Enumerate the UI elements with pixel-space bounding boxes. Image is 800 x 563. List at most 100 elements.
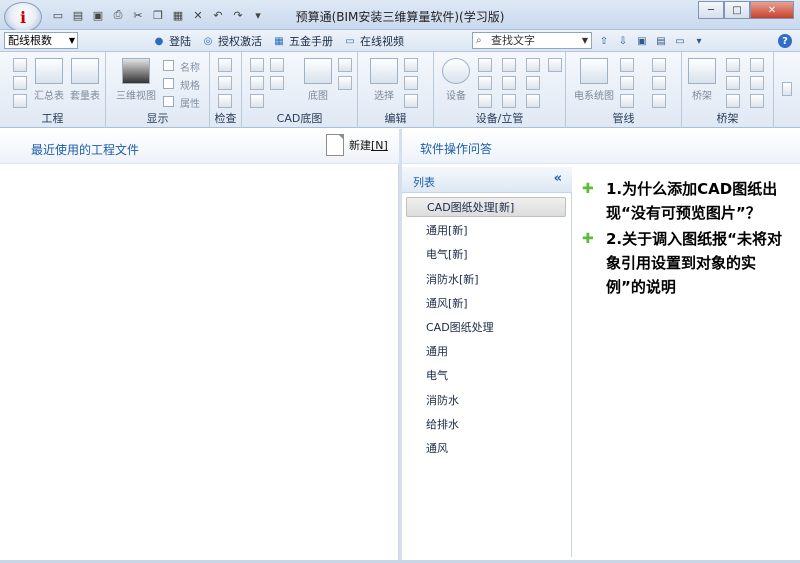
brush-icon[interactable] — [250, 76, 264, 90]
category-list-item[interactable]: 电气[新] — [406, 245, 566, 265]
system-diagram-button[interactable]: 电系统图 — [574, 58, 614, 102]
move-icon[interactable] — [250, 94, 264, 108]
link-icon[interactable] — [526, 94, 540, 108]
edit-icon[interactable] — [13, 94, 27, 108]
maximize-button[interactable]: □ — [724, 1, 750, 19]
screen-icon[interactable]: ▭ — [672, 33, 688, 49]
category-list-item[interactable]: 通风 — [406, 439, 566, 459]
new-project-button[interactable]: 新建[N] — [326, 134, 388, 156]
layer3-icon[interactable] — [338, 76, 352, 90]
faq-item[interactable]: ✚ 2.关于调入图纸报“未将对象引用设置到对象的实例”的说明 — [578, 227, 793, 299]
category-list-item[interactable]: 通风[新] — [406, 294, 566, 314]
table2-icon[interactable] — [526, 76, 540, 90]
3d-view-button[interactable]: 三维视图 — [116, 58, 156, 102]
pipe-e-icon[interactable] — [652, 94, 666, 108]
lines-icon[interactable] — [750, 58, 764, 72]
tray-icon[interactable] — [726, 76, 740, 90]
target-icon[interactable] — [548, 58, 562, 72]
group-cad: 底图 CAD底图 — [242, 52, 358, 128]
system-diagram-label: 电系统图 — [574, 91, 614, 102]
video-link[interactable]: ▭ 在线视频 — [343, 33, 404, 49]
ring-icon[interactable] — [502, 58, 516, 72]
new-document-icon — [326, 134, 344, 156]
group-display: 三维视图 名称 规格 属性 显示 — [106, 52, 210, 128]
category-list-item[interactable]: CAD图纸处理[新] — [406, 197, 566, 217]
pipe-d-icon[interactable] — [652, 76, 666, 90]
equipment-icon — [442, 58, 470, 84]
layout-icon[interactable]: ▤ — [653, 33, 669, 49]
activate-link[interactable]: ◎ 授权激活 — [201, 33, 262, 49]
cube-icon — [122, 58, 150, 84]
profile-select[interactable]: 配线根数 ▼ — [4, 32, 78, 49]
distribute-icon[interactable] — [404, 76, 418, 90]
equipment-button[interactable]: 设备 — [442, 58, 470, 102]
wrench-icon[interactable] — [218, 76, 232, 90]
profile-select-value: 配线根数 — [8, 34, 52, 47]
dropdown-icon[interactable]: ▾ — [691, 33, 707, 49]
spec-checkbox[interactable] — [163, 78, 174, 89]
search-input[interactable]: ⌕ 查找文字 ▼ — [472, 32, 592, 49]
flag-icon[interactable] — [750, 76, 764, 90]
summary-button[interactable]: 汇总表 — [34, 58, 64, 102]
print-icon[interactable] — [338, 58, 352, 72]
arrow-down-icon[interactable]: ⇩ — [615, 33, 631, 49]
scissors-icon[interactable] — [404, 94, 418, 108]
command-toolbar: 配线根数 ▼ ● 登陆 ◎ 授权激活 ▦ 五金手册 ▭ 在线视频 ⌕ 查找文字 ▼ ⇧ … — [0, 30, 800, 52]
close-button[interactable]: ✕ — [750, 1, 794, 19]
riser-icon[interactable] — [478, 94, 492, 108]
table-icon[interactable] — [13, 58, 27, 72]
arc-icon[interactable] — [620, 94, 634, 108]
category-list-item[interactable]: 消防水 — [406, 391, 566, 411]
group-label: CAD底图 — [276, 112, 323, 125]
ribbon-scroll-button[interactable] — [782, 82, 792, 96]
pipe-icon[interactable] — [218, 94, 232, 108]
flag2-icon[interactable] — [750, 94, 764, 108]
square-icon[interactable] — [526, 58, 540, 72]
manual-link[interactable]: ▦ 五金手册 — [272, 33, 333, 49]
category-list-item[interactable]: 电气 — [406, 366, 566, 386]
faq-title: 软件操作问答 — [420, 142, 493, 156]
select-button[interactable]: 选择 — [370, 58, 398, 102]
search-nav-icons: ⇧ ⇩ ▣ ▤ ▭ ▾ — [596, 33, 707, 49]
name-checkbox[interactable] — [163, 60, 174, 71]
quota-button[interactable]: 套量表 — [70, 58, 100, 102]
help-button[interactable]: ? — [778, 34, 792, 48]
layer2-icon[interactable] — [270, 58, 284, 72]
spec-check-label: 规格 — [180, 81, 200, 92]
category-list-item[interactable]: CAD图纸处理 — [406, 318, 566, 338]
pipe-b-icon[interactable] — [652, 58, 666, 72]
eye-icon[interactable] — [502, 94, 516, 108]
layer-icon[interactable] — [250, 58, 264, 72]
faq-question: 1.为什么添加CAD图纸出现“没有可预览图片”？ — [606, 180, 778, 222]
list-icon[interactable] — [13, 76, 27, 90]
node-icon[interactable] — [478, 58, 492, 72]
category-list-title: 列表 — [413, 176, 435, 189]
base-drawing-label: 底图 — [308, 91, 328, 102]
valve-icon[interactable] — [478, 76, 492, 90]
cross-icon[interactable] — [726, 94, 740, 108]
minimize-button[interactable]: ─ — [698, 1, 724, 19]
pipe-a-icon[interactable] — [620, 58, 634, 72]
category-list-item[interactable]: 通用 — [406, 342, 566, 362]
base-drawing-button[interactable]: 底图 — [304, 58, 332, 102]
brush2-icon[interactable] — [726, 58, 740, 72]
pipe-c-icon[interactable] — [620, 76, 634, 90]
bridge-button[interactable]: 桥架 — [688, 58, 716, 102]
recent-files-title: 最近使用的工程文件 — [31, 143, 140, 157]
quota-icon — [71, 58, 99, 84]
login-link[interactable]: ● 登陆 — [152, 33, 191, 49]
drawing-icon — [304, 58, 332, 84]
grid-icon[interactable] — [218, 58, 232, 72]
category-list-item[interactable]: 通用[新] — [406, 221, 566, 241]
diagram-icon — [580, 58, 608, 84]
add-icon[interactable] — [270, 76, 284, 90]
arrow-up-icon[interactable]: ⇧ — [596, 33, 612, 49]
collapse-icon[interactable]: « — [554, 171, 562, 186]
align-icon[interactable] — [404, 58, 418, 72]
grid2-icon[interactable] — [502, 76, 516, 90]
attr-checkbox[interactable] — [163, 96, 174, 107]
category-list-item[interactable]: 给排水 — [406, 415, 566, 435]
faq-item[interactable]: ✚ 1.为什么添加CAD图纸出现“没有可预览图片”？ — [578, 177, 793, 225]
category-list-item[interactable]: 消防水[新] — [406, 270, 566, 290]
window-icon[interactable]: ▣ — [634, 33, 650, 49]
